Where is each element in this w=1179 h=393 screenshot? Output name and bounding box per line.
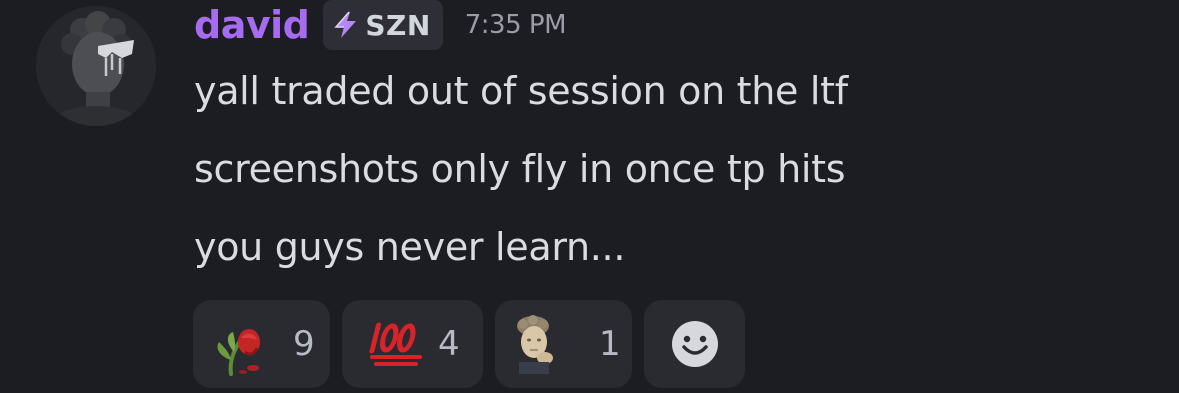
reaction-count: 9 bbox=[293, 324, 315, 364]
role-tag[interactable]: SZN bbox=[323, 0, 443, 50]
message-line: screenshots only fly in once tp hits bbox=[194, 147, 846, 191]
statue-bust-avatar bbox=[36, 6, 156, 126]
wilted-rose-icon bbox=[217, 329, 260, 376]
reaction-statue-thinking[interactable]: 1 bbox=[495, 300, 632, 388]
hundred-points-icon bbox=[369, 322, 422, 366]
chat-message: david SZN 7:35 PM yall traded out of ses… bbox=[0, 0, 1179, 393]
message-line: you guys never learn... bbox=[194, 225, 626, 269]
reaction-wilted-rose[interactable]: 9 bbox=[193, 300, 330, 388]
role-tag-label: SZN bbox=[365, 8, 431, 42]
avatar[interactable] bbox=[36, 6, 156, 126]
reaction-count: 1 bbox=[599, 324, 621, 364]
message-line: yall traded out of session on the ltf bbox=[194, 69, 848, 113]
reaction-hundred-points[interactable]: 4 bbox=[342, 300, 483, 388]
smiley-add-reaction-icon bbox=[671, 321, 718, 367]
reaction-count: 4 bbox=[438, 324, 460, 364]
add-reaction-button[interactable] bbox=[644, 300, 745, 388]
reaction-bar: 9 4 1 bbox=[193, 300, 745, 388]
statue-thinking-icon bbox=[511, 314, 557, 374]
username[interactable]: david bbox=[194, 6, 310, 44]
lightning-bolt-icon bbox=[334, 11, 357, 38]
message-header: david SZN 7:35 PM bbox=[194, 0, 567, 50]
message-timestamp: 7:35 PM bbox=[464, 10, 567, 40]
